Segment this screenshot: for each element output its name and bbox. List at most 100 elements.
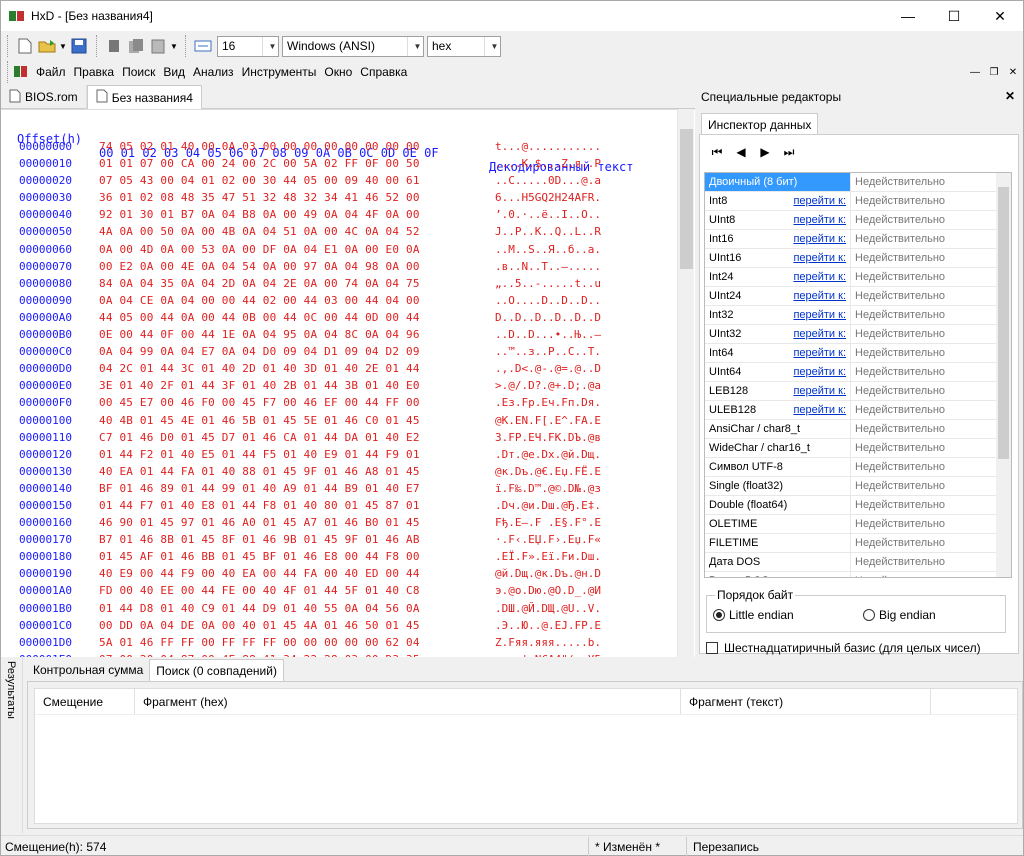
col-fragment-text[interactable]: Фрагмент (текст) (681, 689, 931, 714)
inspector-value[interactable]: Недействительно (851, 268, 1011, 286)
hex-row-text[interactable]: D..D..D..D..D..D (495, 311, 601, 328)
inspector-value[interactable]: Недействительно (851, 515, 1011, 533)
inspector-row[interactable]: UInt64 перейти к: Недействительно (705, 363, 1011, 382)
inspector-row[interactable]: UInt8 перейти к: Недействительно (705, 211, 1011, 230)
hex-row[interactable]: 00000070 00 E2 0A 00 4E 0A 04 54 0A 00 97… (1, 260, 601, 277)
hex-row-text[interactable]: .. .‡.N€A4"(..У5 (495, 653, 601, 657)
hex-row[interactable]: 000001B0 01 44 D8 01 40 C9 01 44 D9 01 40… (1, 602, 601, 619)
hex-row-text[interactable]: ..M..S..Я..б..а. (495, 243, 601, 260)
hex-row-bytes[interactable]: 46 90 01 45 97 01 46 A0 01 45 A7 01 46 B… (99, 516, 487, 533)
hex-row[interactable]: 000000F0 00 45 E7 00 46 F0 00 45 F7 00 46… (1, 396, 601, 413)
mdi-restore-icon[interactable]: ❐ (986, 64, 1002, 80)
hex-row-bytes[interactable]: 44 05 00 44 0A 00 44 0B 00 44 0C 00 44 0… (99, 311, 487, 328)
hex-row-text[interactable]: .EЇ.F».Eї.Fи.Dш. (495, 550, 601, 567)
hex-row[interactable]: 00000120 01 44 F2 01 40 E5 01 44 F5 01 40… (1, 448, 601, 465)
menu-help[interactable]: Справка (356, 65, 411, 79)
hex-row[interactable]: 000001E0 07 00 20 04 87 00 4E 88 41 34 22… (1, 653, 601, 657)
inspector-value[interactable]: Недействительно (851, 306, 1011, 324)
inspector-row[interactable]: Single (float32) Недействительно (705, 477, 1011, 496)
hex-row-text[interactable]: .Э..Ю..@.EJ.FP.E (495, 619, 601, 636)
inspector-value[interactable]: Недействительно (851, 287, 1011, 305)
hex-row[interactable]: 000001A0 FD 00 40 EE 00 44 FE 00 40 4F 01… (1, 584, 601, 601)
hex-row-bytes[interactable]: 0A 00 4D 0A 00 53 0A 00 DF 0A 04 E1 0A 0… (99, 243, 487, 260)
inspector-value[interactable]: Недействительно (851, 325, 1011, 343)
hex-scrollbar[interactable] (677, 109, 694, 657)
panel-close-icon[interactable]: ✕ (1005, 89, 1015, 103)
minimize-icon[interactable]: — (885, 1, 931, 31)
hex-row[interactable]: 00000190 40 E9 00 44 F9 00 40 EA 00 44 FA… (1, 567, 601, 584)
inspector-grid[interactable]: Двоичный (8 бит) Недействительно Int8 перей… (704, 172, 1012, 578)
results-list[interactable]: Смещение Фрагмент (hex) Фрагмент (текст) (34, 688, 1018, 824)
hex-row-text[interactable]: Fђ.E—.F .E§.F°.E (495, 516, 601, 533)
hex-row[interactable]: 00000100 40 4B 01 45 4E 01 46 5B 01 45 5E… (1, 414, 601, 431)
hex-row-text[interactable]: @к.Dъ.@€.Eџ.FЁ.E (495, 465, 601, 482)
inspector-row[interactable]: Double (float64) Недействительно (705, 496, 1011, 515)
menu-window[interactable]: Окно (320, 65, 356, 79)
menu-tools[interactable]: Инструменты (238, 65, 321, 79)
inspector-row[interactable]: Двоичный (8 бит) Недействительно (705, 173, 1011, 192)
hex-row[interactable]: 00000020 07 05 43 00 04 01 02 00 30 44 05… (1, 174, 601, 191)
goto-link[interactable]: перейти к: (793, 385, 846, 397)
hex-row-bytes[interactable]: 4A 0A 00 50 0A 00 4B 0A 04 51 0A 00 4C 0… (99, 225, 487, 242)
hex-row[interactable]: 000000B0 0E 00 44 0F 00 44 1E 0A 04 95 0A… (1, 328, 601, 345)
hex-row-bytes[interactable]: 40 E9 00 44 F9 00 40 EA 00 44 FA 00 40 E… (99, 567, 487, 584)
hex-row-bytes[interactable]: 0A 04 CE 0A 04 00 00 44 02 00 44 03 00 4… (99, 294, 487, 311)
col-fragment-hex[interactable]: Фрагмент (hex) (135, 689, 681, 714)
hex-row-bytes[interactable]: 07 00 20 04 87 00 4E 88 41 34 22 28 03 0… (99, 653, 487, 657)
inspector-row[interactable]: UInt24 перейти к: Недействительно (705, 287, 1011, 306)
hex-row-bytes[interactable]: 04 2C 01 44 3C 01 40 2D 01 40 3D 01 40 2… (99, 362, 487, 379)
hex-row[interactable]: 00000180 01 45 AF 01 46 BB 01 45 BF 01 46… (1, 550, 601, 567)
save-icon[interactable] (68, 35, 90, 57)
hex-row[interactable]: 000000A0 44 05 00 44 0A 00 44 0B 00 44 0C… (1, 311, 601, 328)
hex-row-text[interactable]: .Dч.@и.Dш.@Ђ.E‡. (495, 499, 601, 516)
hex-row-bytes[interactable]: C7 01 46 D0 01 45 D7 01 46 CA 01 44 DA 0… (99, 431, 487, 448)
inspector-value[interactable]: Недействительно (851, 382, 1011, 400)
paste-icon[interactable] (147, 35, 169, 57)
hex-row-bytes[interactable]: 0E 00 44 0F 00 44 1E 0A 04 95 0A 04 8C 0… (99, 328, 487, 345)
hex-row-text[interactable]: ..D..D...•..Њ..– (495, 328, 601, 345)
hex-row-bytes[interactable]: 92 01 30 01 B7 0A 04 B8 0A 00 49 0A 04 4… (99, 208, 487, 225)
hex-base-checkbox[interactable]: Шестнадцатиричный базис (для целых чисел… (706, 641, 981, 655)
hex-row[interactable]: 00000140 BF 01 46 89 01 44 99 01 40 A9 01… (1, 482, 601, 499)
goto-link[interactable]: перейти к: (793, 328, 846, 340)
hex-row-text[interactable]: @й.Dщ.@к.Dъ.@н.D (495, 567, 601, 584)
hex-row-bytes[interactable]: 40 4B 01 45 4E 01 46 5B 01 45 5E 01 46 C… (99, 414, 487, 431)
hex-row-bytes[interactable]: 74 05 02 01 40 00 0A 03 00 00 00 00 00 0… (99, 140, 487, 157)
goto-link[interactable]: перейти к: (793, 404, 846, 416)
first-icon[interactable]: ⏮ (708, 145, 726, 160)
inspector-value[interactable]: Недействительно (851, 173, 1011, 191)
next-icon[interactable]: ▶ (756, 145, 774, 160)
paste-dropdown-arrow-icon[interactable]: ▼ (169, 35, 179, 57)
hex-row[interactable]: 000001C0 00 DD 0A 04 DE 0A 00 40 01 45 4A… (1, 619, 601, 636)
hex-row-text[interactable]: ’.0.·..ё..I..O.. (495, 208, 601, 225)
tab-checksum[interactable]: Контрольная сумма (27, 659, 149, 681)
inspector-row[interactable]: Int24 перейти к: Недействительно (705, 268, 1011, 287)
goto-link[interactable]: перейти к: (793, 214, 846, 226)
tab-data-inspector[interactable]: Инспектор данных (701, 113, 819, 135)
hex-row[interactable]: 00000110 C7 01 46 D0 01 45 D7 01 46 CA 01… (1, 431, 601, 448)
menu-view[interactable]: Вид (159, 65, 189, 79)
hex-row-bytes[interactable]: 0A 04 99 0A 04 E7 0A 04 D0 09 04 D1 09 0… (99, 345, 487, 362)
hex-scrollbar-thumb[interactable] (680, 129, 693, 269)
hex-row-text[interactable]: ....К.$.,.Z.я..P (495, 157, 601, 174)
mdi-close-icon[interactable]: ✕ (1005, 64, 1021, 80)
hex-row[interactable]: 00000040 92 01 30 01 B7 0A 04 B8 0A 00 49… (1, 208, 601, 225)
hex-row[interactable]: 00000160 46 90 01 45 97 01 46 A0 01 45 A7… (1, 516, 601, 533)
cut-icon[interactable] (103, 35, 125, 57)
hex-row[interactable]: 00000080 84 0A 04 35 0A 04 2D 0A 04 2E 0A… (1, 277, 601, 294)
inspector-row[interactable]: Время DOSНедействительно (705, 572, 1011, 577)
inspector-value[interactable]: Недействительно (851, 420, 1011, 438)
hex-row-text[interactable]: ..О....D..D..D.. (495, 294, 601, 311)
inspector-row[interactable]: OLETIME Недействительно (705, 515, 1011, 534)
hex-row-bytes[interactable]: 01 44 F2 01 40 E5 01 44 F5 01 40 E9 01 4… (99, 448, 487, 465)
hex-row[interactable]: 000000D0 04 2C 01 44 3C 01 40 2D 01 40 3D… (1, 362, 601, 379)
goto-link[interactable]: перейти к: (793, 271, 846, 283)
hex-row[interactable]: 000000C0 0A 04 99 0A 04 E7 0A 04 D0 09 04… (1, 345, 601, 362)
inspector-row[interactable]: AnsiChar / char8_t Недействительно (705, 420, 1011, 439)
hex-row-text[interactable]: @K.EN.F[.E^.FА.E (495, 414, 601, 431)
hex-row-bytes[interactable]: 00 E2 0A 00 4E 0A 04 54 0A 00 97 0A 04 9… (99, 260, 487, 277)
tab-untitled4[interactable]: Без названия4 (86, 85, 202, 109)
inspector-value[interactable]: Недействительно (851, 211, 1011, 229)
inspector-row[interactable]: Int16 перейти к: Недействительно (705, 230, 1011, 249)
hex-row-text[interactable]: ї.F‰.D™.@©.D№.@з (495, 482, 601, 499)
